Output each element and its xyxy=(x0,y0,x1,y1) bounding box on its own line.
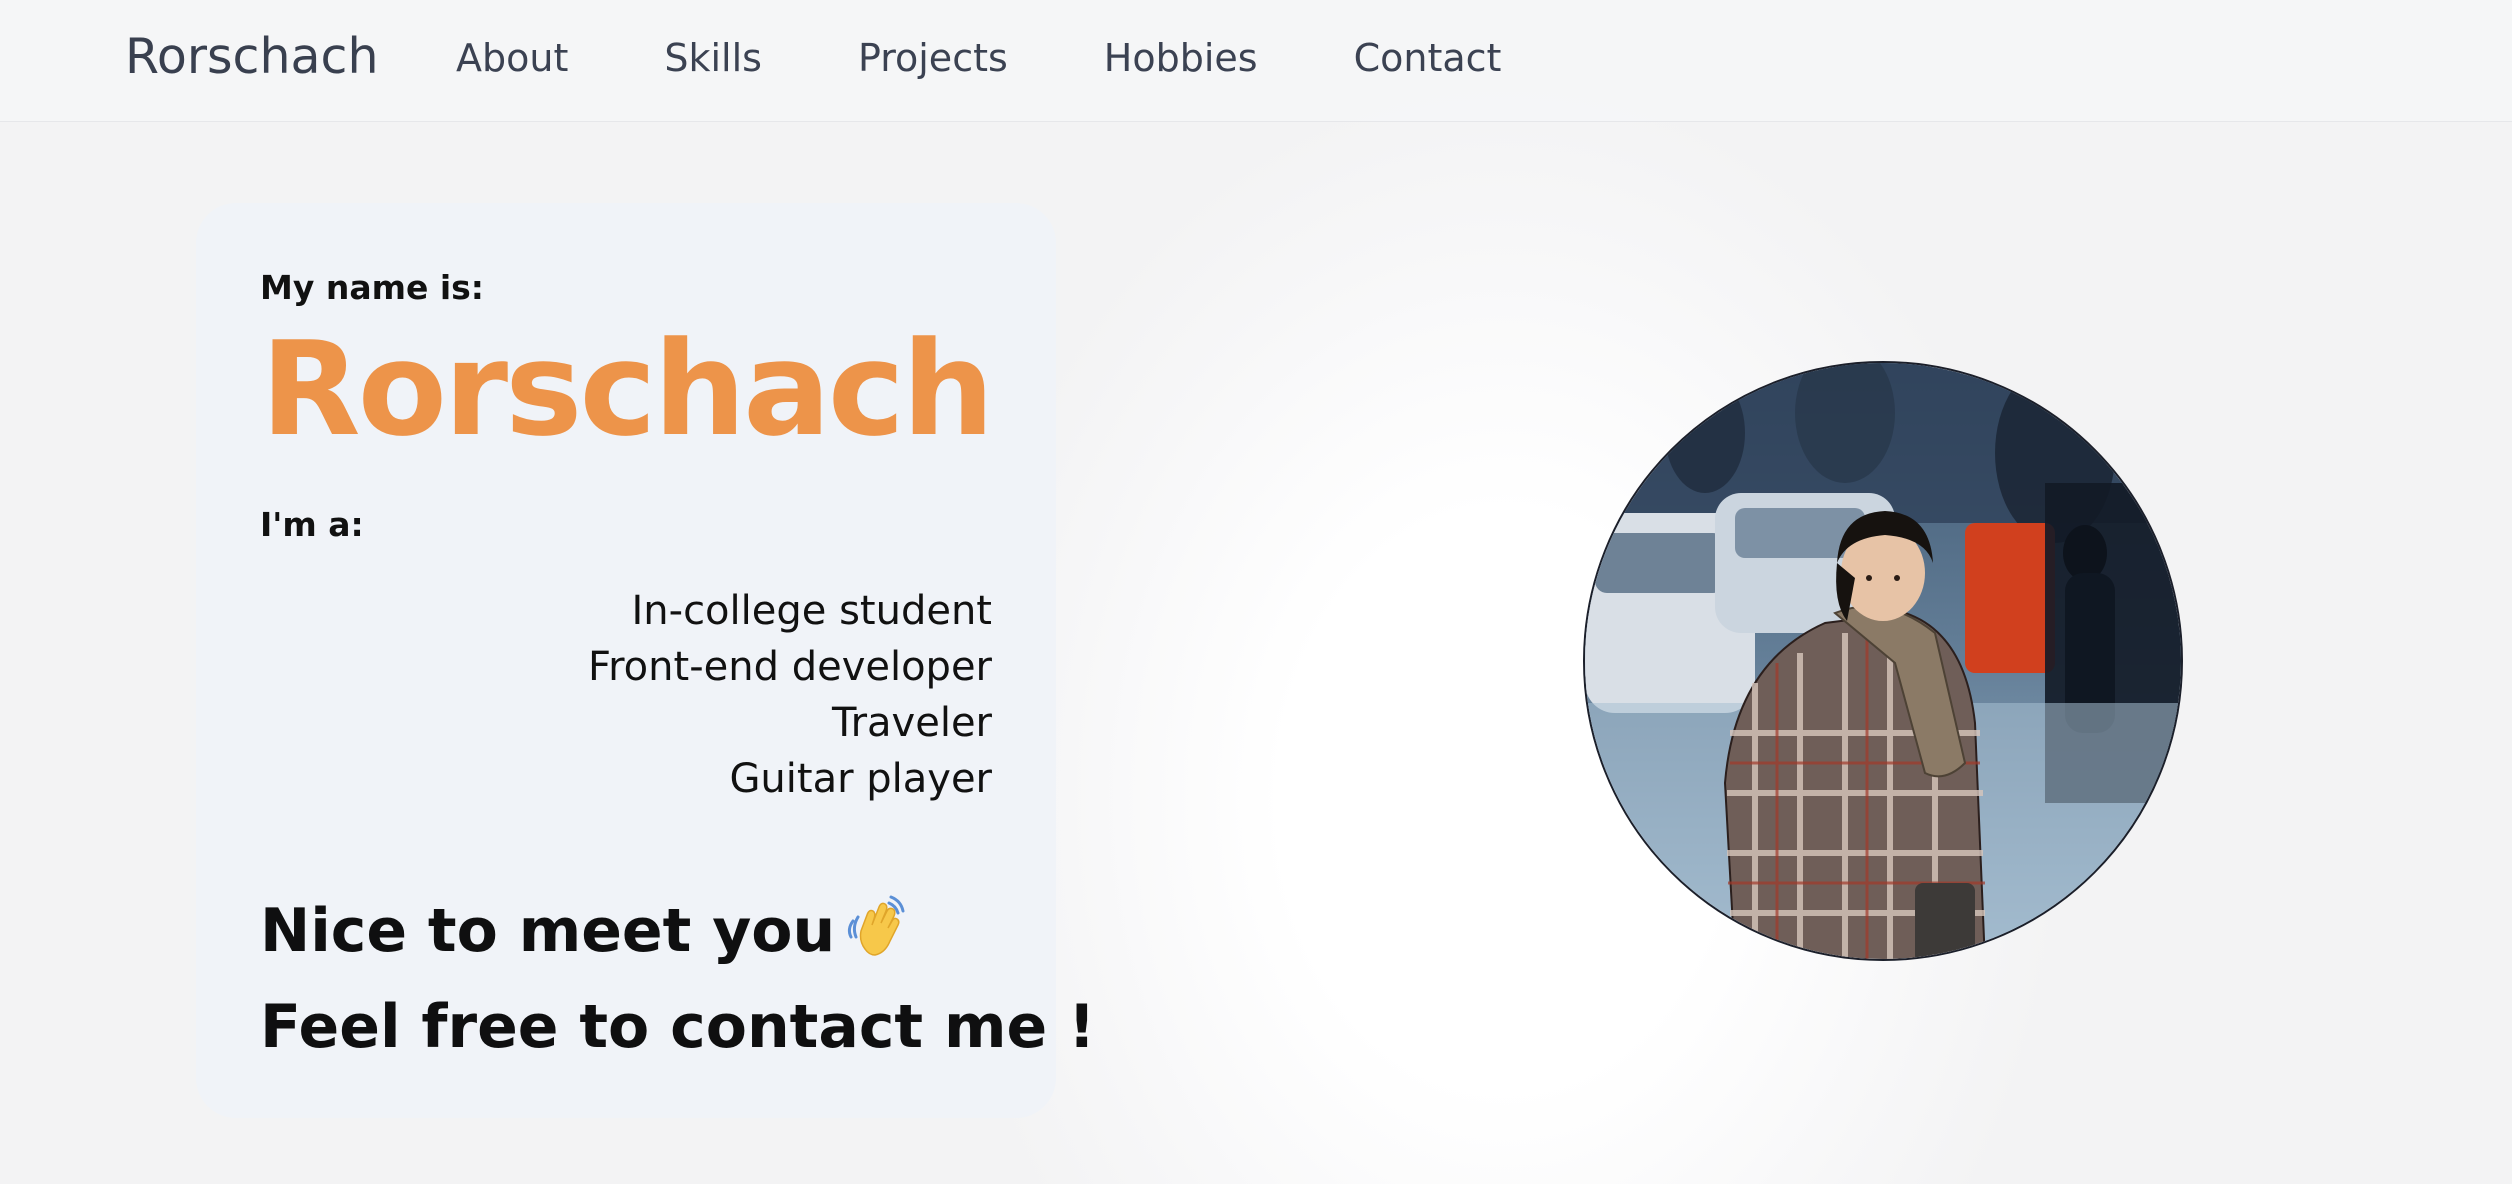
intro-card: My name is: Rorschach I'm a: In-college … xyxy=(196,203,1095,1118)
nav-link-contact[interactable]: Contact xyxy=(1354,30,1502,86)
greeting-line: Nice to meet you xyxy=(260,883,1095,979)
brand-logo-link[interactable]: Rorschach xyxy=(125,24,379,90)
waving-hand-icon xyxy=(843,891,913,961)
nav-link-hobbies[interactable]: Hobbies xyxy=(1104,30,1258,86)
hero-name: Rorschach xyxy=(260,313,995,465)
nav-link-projects[interactable]: Projects xyxy=(858,30,1008,86)
roles-list: In-college student Front-end developer T… xyxy=(588,583,992,807)
profile-photo xyxy=(1583,361,2183,961)
profile-photo-image xyxy=(1585,363,2181,959)
role-label: I'm a: xyxy=(260,505,364,544)
nav-link-about[interactable]: About xyxy=(456,30,568,86)
contact-cta: Feel free to contact me ! xyxy=(260,992,1096,1062)
role-item: Guitar player xyxy=(729,756,992,802)
greeting-text: Nice to meet you xyxy=(260,896,836,966)
top-navbar: Rorschach About Skills Projects Hobbies … xyxy=(0,0,2512,122)
nav-links: About Skills Projects Hobbies Contact xyxy=(456,30,1597,86)
role-item: Traveler xyxy=(832,700,992,746)
role-item: In-college student xyxy=(631,588,992,634)
nav-link-skills[interactable]: Skills xyxy=(664,30,762,86)
role-item: Front-end developer xyxy=(588,644,992,690)
name-label: My name is: xyxy=(260,268,485,307)
greeting-block: Nice to meet you Feel free to contact me… xyxy=(260,883,1095,1075)
